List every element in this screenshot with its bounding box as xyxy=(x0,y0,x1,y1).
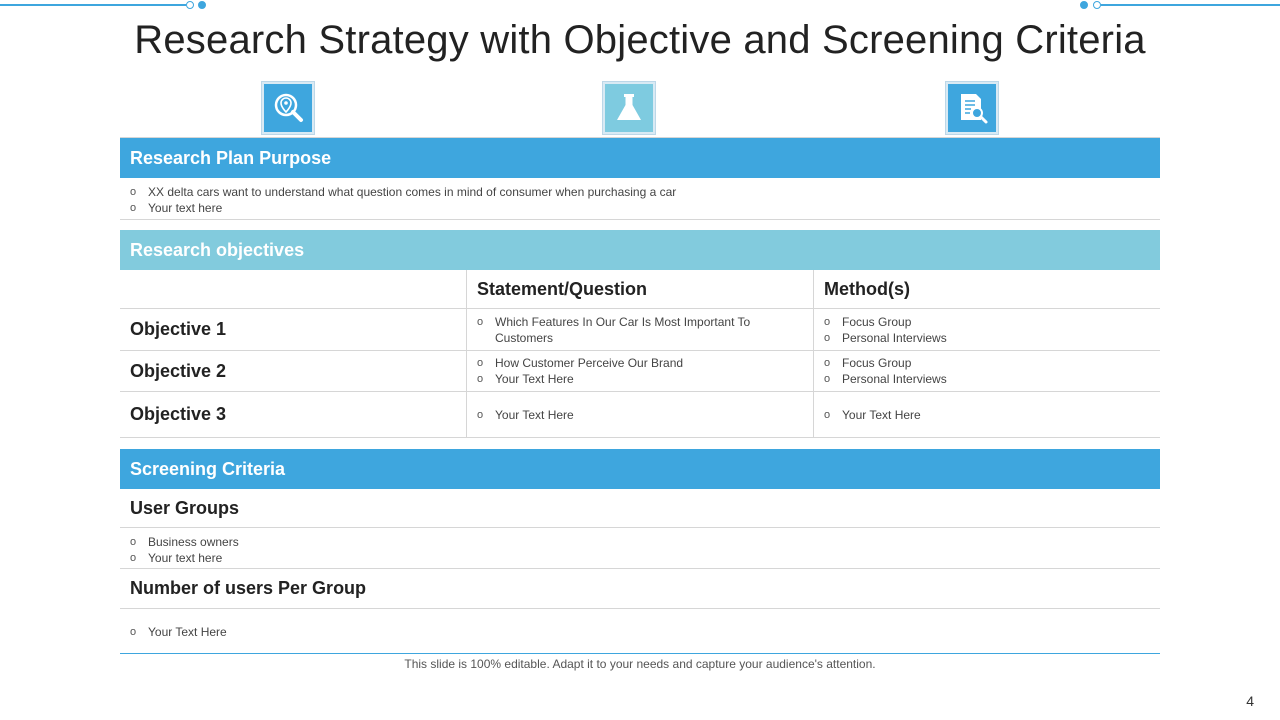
method-cell: o Your Text Here xyxy=(813,392,1160,437)
users-per-group-list: o Your Text Here xyxy=(120,609,1160,654)
objective-label: Objective 1 xyxy=(130,319,227,339)
statement-cell: o Your Text Here xyxy=(466,392,813,437)
location-search-icon-box xyxy=(262,82,314,134)
screening-section: Screening Criteria User Groups o Business… xyxy=(120,449,1160,654)
statement-cell: o How Customer Perceive Our Brand o Your T… xyxy=(466,351,813,391)
column-header: Method(s) xyxy=(813,270,1160,308)
user-groups-list: o Business owners o Your text here xyxy=(120,528,1160,569)
list-item: o Your Text Here xyxy=(130,624,227,639)
list-item: o Business owners xyxy=(130,535,239,549)
document-search-icon xyxy=(961,94,988,124)
flask-icon-box xyxy=(603,82,655,134)
footnote: This slide is 100% editable. Adapt it to… xyxy=(404,657,876,671)
column-header: Statement/Question xyxy=(466,270,813,308)
decor-dot xyxy=(1080,1,1088,9)
decor-dot xyxy=(198,1,206,9)
list-item: o Your text here xyxy=(130,201,223,215)
decor-dot xyxy=(186,1,194,9)
method-cell: o Focus Group o Personal Interviews xyxy=(813,351,1160,391)
objective-label: Objective 3 xyxy=(130,404,227,424)
column-header xyxy=(120,270,466,308)
statement-cell: o Which Features In Our Car Is Most Impor… xyxy=(466,309,813,350)
top-left-decor-line xyxy=(0,4,186,6)
page-number: 4 xyxy=(1246,693,1254,709)
user-groups-label: User Groups xyxy=(130,497,240,518)
objectives-section: Research objectives xyxy=(120,230,1160,270)
page-title: Research Strategy with Objective and Scr… xyxy=(134,18,1146,62)
location-search-icon xyxy=(274,93,303,122)
screening-heading: Screening Criteria xyxy=(120,449,1160,489)
table-row: Objective 1 o Which Features In Our Car I… xyxy=(120,309,1160,351)
table-header-row: Statement/Question Method(s) xyxy=(120,270,1160,309)
footer-divider xyxy=(120,653,1160,654)
purpose-section: Research Plan Purpose o XX delta cars wan… xyxy=(120,138,1160,216)
top-right-decor-line xyxy=(1101,4,1280,6)
list-item: o XX delta cars want to understand what q… xyxy=(130,185,677,199)
users-per-group-label: Number of users Per Group xyxy=(130,578,367,598)
flask-icon xyxy=(617,94,641,120)
table-row: Objective 3 o Your Text Here o Your Text H… xyxy=(120,392,1160,438)
objectives-table: Statement/Question Method(s) Objective 1… xyxy=(120,270,1160,438)
divider xyxy=(120,219,1160,220)
table-row: Objective 2 o How Customer Perceive Our B… xyxy=(120,351,1160,392)
decor-dot xyxy=(1093,1,1101,9)
list-item: o Your text here xyxy=(130,551,223,565)
objectives-heading: Research objectives xyxy=(120,230,1160,270)
purpose-heading: Research Plan Purpose xyxy=(120,138,1160,178)
method-cell: o Focus Group o Personal Interviews xyxy=(813,309,1160,350)
objective-label: Objective 2 xyxy=(130,360,227,381)
document-search-icon-box xyxy=(946,82,998,134)
